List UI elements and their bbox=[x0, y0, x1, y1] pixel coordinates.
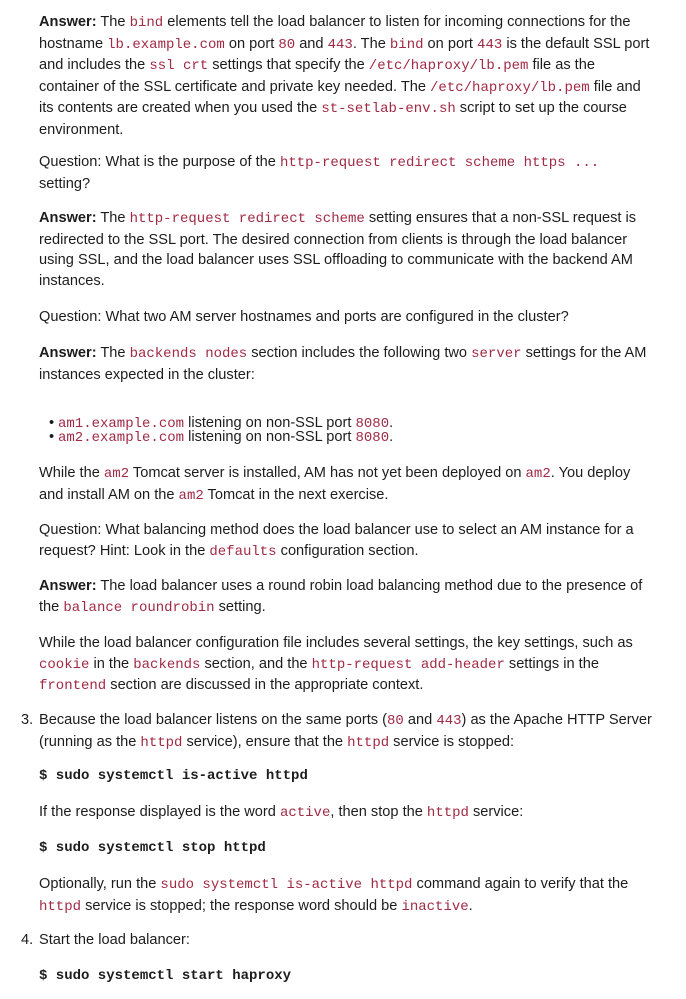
answer-servers: Answer: The backends nodes section inclu… bbox=[39, 345, 647, 383]
stop-instruction: If the response displayed is the word ac… bbox=[39, 804, 524, 821]
config-note: While the load balancer configuration fi… bbox=[39, 635, 633, 694]
command-start: $ sudo systemctl start haproxy bbox=[39, 968, 292, 984]
question-servers: Question: What two AM server hostnames a… bbox=[39, 309, 569, 325]
answer-balancing: Answer: The load balancer uses a round r… bbox=[39, 578, 643, 616]
list-item: am2.example.com listening on non-SSL por… bbox=[49, 427, 393, 449]
step-4-text: Start the load balancer: bbox=[39, 932, 190, 948]
question-balancing: Question: What balancing method does the… bbox=[39, 522, 634, 560]
verify-instruction: Optionally, run the sudo systemctl is-ac… bbox=[39, 876, 629, 915]
am2-note: While the am2 Tomcat server is installed… bbox=[39, 465, 631, 504]
answer-redirect: Answer: The http-request redirect scheme… bbox=[39, 210, 637, 289]
step-3-text: Because the load balancer listens on the… bbox=[39, 712, 652, 751]
step-number: 3. bbox=[21, 712, 34, 728]
step-number: 4. bbox=[21, 932, 34, 948]
answer-bind-paragraph: Answer: The bind elements tell the load … bbox=[39, 14, 650, 138]
question-redirect: Question: What is the purpose of the htt… bbox=[39, 154, 600, 192]
command-stop: $ sudo systemctl stop httpd bbox=[39, 840, 266, 856]
command-is-active: $ sudo systemctl is-active httpd bbox=[39, 768, 308, 784]
